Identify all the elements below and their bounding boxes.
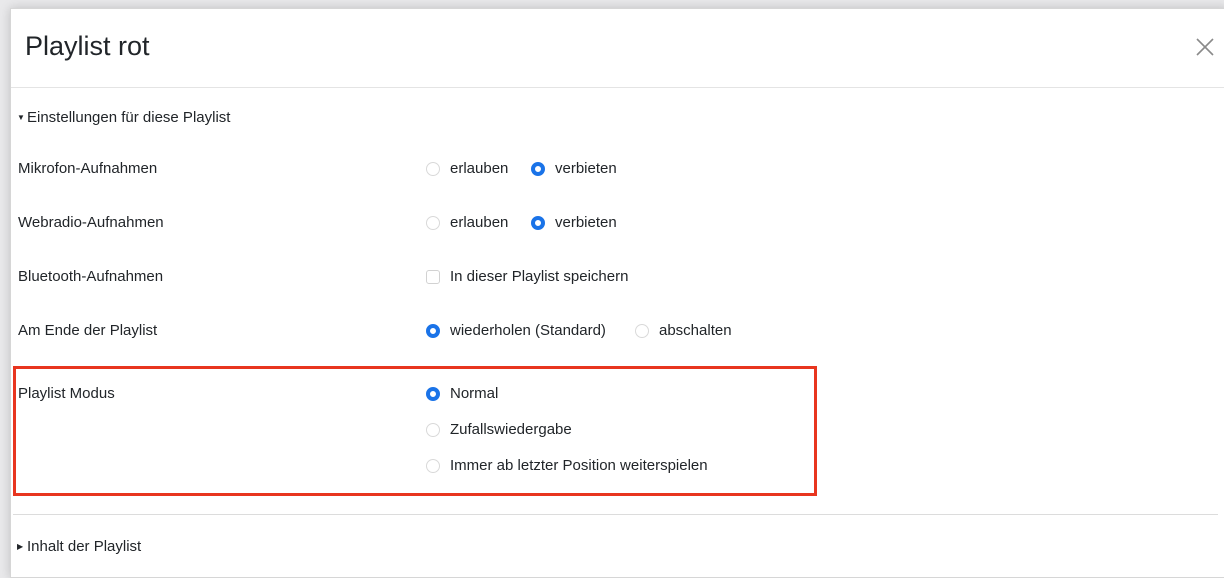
radio-unchecked-icon [426, 458, 440, 473]
mic-recordings-label: Mikrofon-Aufnahmen [18, 160, 158, 177]
bluetooth-save-label: In dieser Playlist speichern [450, 268, 629, 285]
settings-section-toggle[interactable]: ▼ Einstellungen für diese Playlist [17, 109, 230, 126]
webradio-forbid-radio[interactable]: verbieten [531, 214, 617, 231]
radio-checked-icon [531, 215, 545, 230]
radio-unchecked-icon [426, 422, 440, 437]
mode-shuffle-radio[interactable]: Zufallswiedergabe [426, 421, 572, 438]
radio-checked-icon [531, 161, 545, 176]
radio-unchecked-icon [635, 323, 649, 338]
bluetooth-save-checkbox[interactable]: In dieser Playlist speichern [426, 268, 628, 285]
playlist-mode-label: Playlist Modus [18, 385, 115, 402]
end-switch-off-label: abschalten [659, 322, 732, 339]
webradio-allow-label: erlauben [450, 214, 509, 231]
webradio-allow-radio[interactable]: erlauben [426, 214, 508, 231]
modal-title: Playlist rot [25, 31, 150, 61]
modal-header: Playlist rot [11, 9, 1224, 88]
webradio-recordings-label: Webradio-Aufnahmen [18, 214, 164, 231]
mode-normal-label: Normal [450, 385, 499, 402]
mode-resume-radio[interactable]: Immer ab letzter Position weiterspielen [426, 457, 708, 474]
mode-normal-radio[interactable]: Normal [426, 385, 498, 402]
bluetooth-recordings-label: Bluetooth-Aufnahmen [18, 268, 164, 285]
content-section-label: Inhalt der Playlist [27, 538, 142, 555]
end-repeat-label: wiederholen (Standard) [450, 322, 606, 339]
end-repeat-radio[interactable]: wiederholen (Standard) [426, 322, 606, 339]
mic-forbid-label: verbieten [555, 160, 617, 177]
webradio-forbid-label: verbieten [555, 214, 617, 231]
playlist-mode-highlight-box [13, 366, 817, 496]
end-of-playlist-label: Am Ende der Playlist [18, 322, 158, 339]
mode-resume-label: Immer ab letzter Position weiterspielen [450, 457, 708, 474]
radio-checked-icon [426, 323, 440, 338]
mic-allow-radio[interactable]: erlauben [426, 160, 508, 177]
checkbox-unchecked-icon [426, 269, 440, 284]
content-section-toggle[interactable]: ▶ Inhalt der Playlist [17, 538, 141, 555]
radio-unchecked-icon [426, 161, 440, 176]
playlist-settings-modal: Playlist rot ▼ Einstellungen für diese P… [10, 8, 1224, 578]
end-switch-off-radio[interactable]: abschalten [635, 322, 732, 339]
caret-right-icon: ▶ [17, 542, 24, 551]
caret-down-icon: ▼ [17, 113, 25, 122]
mode-shuffle-label: Zufallswiedergabe [450, 421, 572, 438]
radio-checked-icon [426, 386, 440, 401]
close-icon [1196, 38, 1214, 56]
mic-forbid-radio[interactable]: verbieten [531, 160, 617, 177]
mic-allow-label: erlauben [450, 160, 509, 177]
settings-section-label: Einstellungen für diese Playlist [27, 109, 231, 126]
radio-unchecked-icon [426, 215, 440, 230]
section-divider [13, 514, 1218, 515]
close-button[interactable] [1194, 36, 1216, 58]
